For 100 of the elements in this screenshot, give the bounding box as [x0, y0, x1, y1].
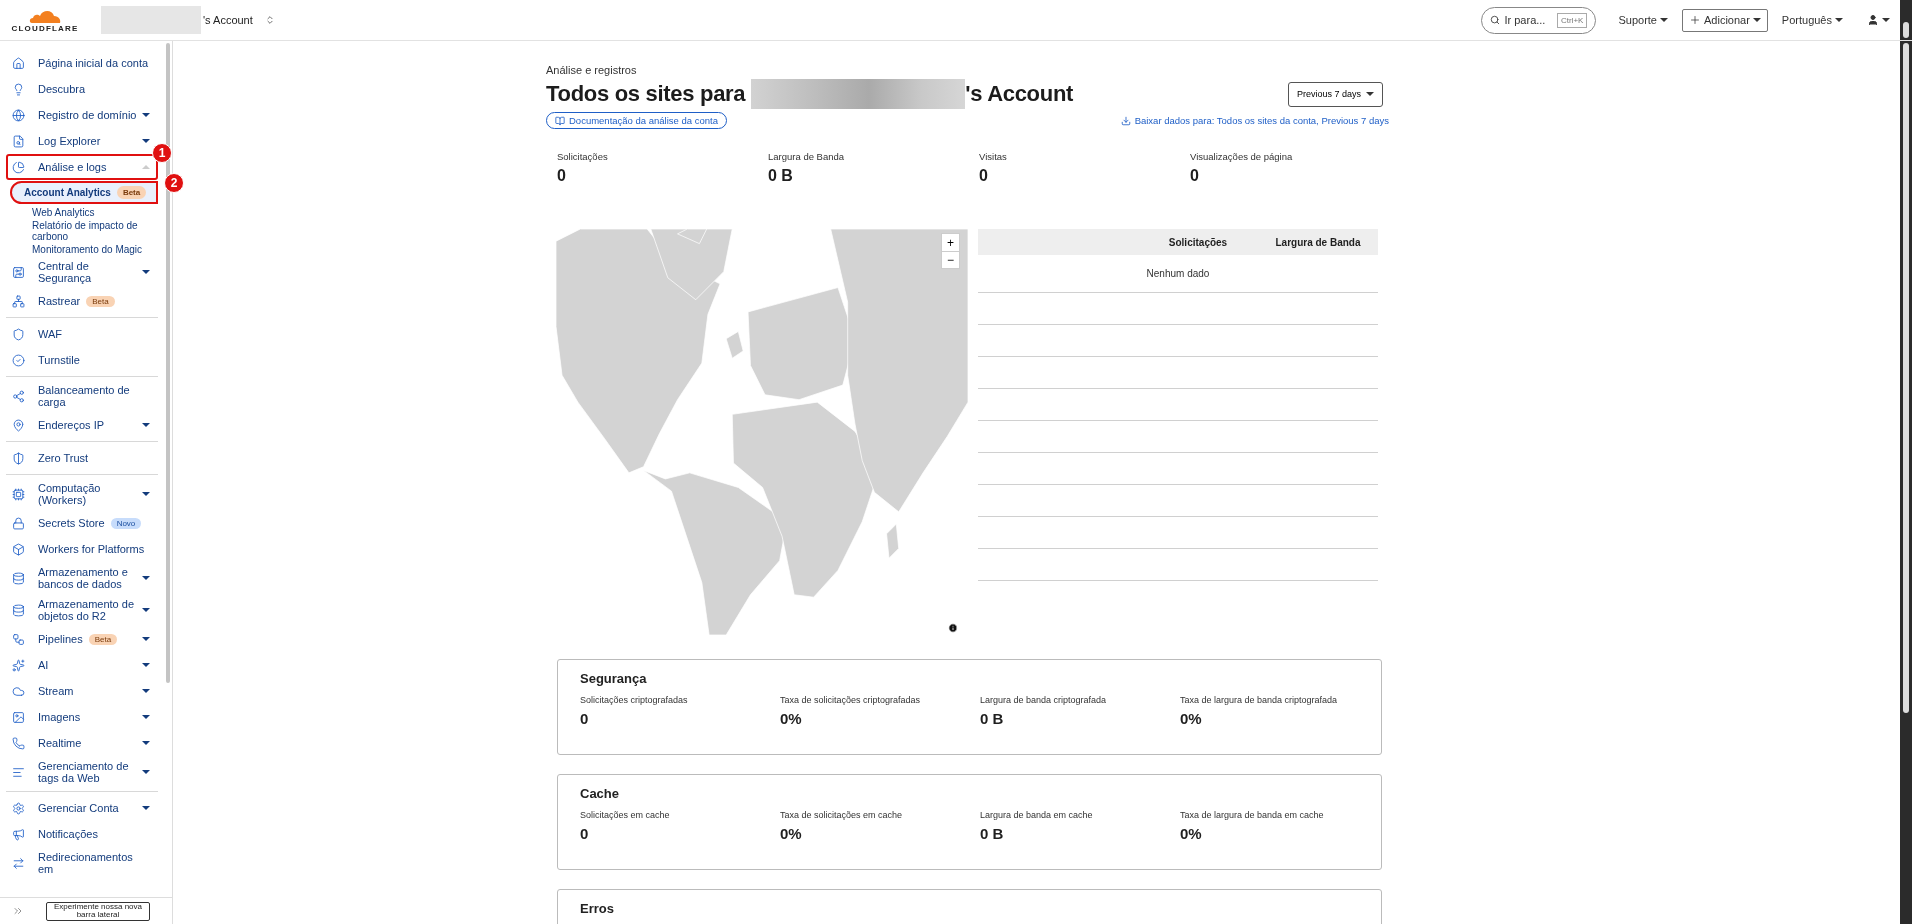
- scrollbar[interactable]: [1900, 41, 1912, 924]
- sidebar-item[interactable]: Redirecionamentos em: [6, 847, 158, 879]
- sidebar-item[interactable]: Computação (Workers): [6, 478, 158, 510]
- database-icon: [12, 571, 25, 585]
- sidebar-item[interactable]: Descubra: [6, 76, 158, 102]
- sidebar-item[interactable]: Secrets Store Novo: [6, 510, 158, 536]
- sidebar-item[interactable]: AI: [6, 652, 158, 678]
- chevrons-up-down-icon[interactable]: [264, 15, 275, 25]
- info-icon[interactable]: [948, 623, 958, 633]
- badge: Novo: [110, 517, 142, 529]
- globe-icon: [12, 108, 25, 122]
- page-title: 's Account: [965, 81, 1074, 107]
- metric-value: 0 B: [980, 825, 1005, 842]
- shield-icon: [12, 451, 25, 465]
- lightbulb-icon: [12, 82, 25, 96]
- date-range-dropdown[interactable]: Previous 7 days: [1287, 81, 1383, 107]
- sidebar-item[interactable]: Armazenamento de objetos do R2: [6, 594, 158, 626]
- metric-value: 0%: [1180, 825, 1203, 842]
- subitem-label: Web Analytics: [32, 207, 95, 218]
- add-button[interactable]: Adicionar: [1682, 8, 1768, 32]
- sidebar-item[interactable]: Armazenamento e bancos de dados: [6, 562, 158, 594]
- logo[interactable]: CLOUDFLARE: [10, 7, 80, 33]
- metric-label: Taxa de solicitações criptografadas: [780, 695, 922, 705]
- megaphone-icon: [12, 827, 25, 841]
- sidebar-subitem[interactable]: Account Analytics Beta: [10, 181, 158, 204]
- plus-icon: [1689, 14, 1701, 26]
- download-icon: [1120, 115, 1131, 126]
- search-placeholder: Ir para...: [1504, 14, 1546, 26]
- sidebar-item[interactable]: Central de Segurança: [6, 256, 158, 288]
- logo-text: CLOUDFLARE: [11, 23, 79, 33]
- sidebar-item[interactable]: Stream: [6, 678, 158, 704]
- share-icon: [12, 389, 25, 403]
- metric-label: Solicitações criptografadas: [580, 695, 689, 705]
- settings-icon: [12, 801, 25, 815]
- file-search-icon: [12, 134, 25, 148]
- book-icon: [555, 115, 565, 126]
- caret-icon: [1752, 18, 1761, 22]
- chip-icon: [12, 265, 25, 279]
- metric-label: Largura de banda em cache: [980, 810, 1094, 820]
- database-icon: [12, 603, 25, 617]
- lock-icon: [12, 516, 25, 530]
- sidebar-item[interactable]: Gerenciamento de tags da Web: [6, 756, 158, 788]
- sidebar-subitem[interactable]: Relatório de impacto de carbono: [18, 219, 158, 243]
- scrollbar[interactable]: [1900, 0, 1912, 40]
- sidebar-item[interactable]: Balanceamento de carga: [6, 380, 158, 412]
- badge: Beta: [116, 186, 147, 199]
- sparkles-icon: [12, 658, 25, 672]
- sidebar-item[interactable]: Notificações: [6, 821, 158, 847]
- stat-value: 0 B: [768, 167, 794, 185]
- sidebar-item[interactable]: Pipelines Beta: [6, 626, 158, 652]
- stat-label: Solicitações: [557, 151, 609, 162]
- box-icon: [12, 542, 25, 556]
- caret-icon: [1835, 18, 1843, 22]
- metric-label: Taxa de largura de banda em cache: [1180, 810, 1325, 820]
- page-title: Todos os sites para: [546, 81, 746, 107]
- card-title: Segurança: [580, 671, 648, 686]
- card-title: Cache: [580, 786, 621, 801]
- new-sidebar-button[interactable]: Experimente nossa nova barra lateral: [46, 901, 150, 921]
- caret-icon: [1882, 18, 1890, 22]
- sidebar-item[interactable]: Zero Trust: [6, 445, 158, 471]
- stat-value: 0: [979, 167, 989, 185]
- metric-value: 0%: [1180, 710, 1203, 727]
- docs-link[interactable]: Documentação da análise da conta: [546, 112, 727, 129]
- cloud-icon: [12, 684, 25, 698]
- expand-icon[interactable]: [12, 905, 24, 917]
- metric-value: 0 B: [980, 710, 1005, 727]
- stat-value: 0: [557, 167, 567, 185]
- sidebar-item[interactable]: Registro de domínio: [6, 102, 158, 128]
- align-left-icon: [12, 765, 25, 779]
- step-number: 2: [164, 173, 184, 193]
- caret-icon: [1366, 92, 1374, 96]
- empty-message: Nenhum dado: [1146, 268, 1210, 279]
- cpu-icon: [12, 487, 25, 501]
- sidebar-item[interactable]: Realtime: [6, 730, 158, 756]
- stat-label: Visualizações de página: [1190, 151, 1294, 162]
- sidebar-item[interactable]: WAF: [6, 321, 158, 347]
- account-name[interactable]: 's Account: [203, 14, 253, 26]
- sidebar-subitem[interactable]: Monitoramento do Magic: [18, 243, 158, 256]
- metric-value: 0: [580, 710, 590, 727]
- sidebar-item[interactable]: Endereços IP: [6, 412, 158, 438]
- sidebar-item[interactable]: Rastrear Beta: [6, 288, 158, 314]
- sidebar-item[interactable]: Gerenciar Conta: [6, 795, 158, 821]
- shortcut-key: Ctrl+K: [1557, 12, 1588, 28]
- stat-label: Visitas: [979, 151, 1008, 162]
- workflow-icon: [12, 632, 25, 646]
- map-pin-icon: [12, 418, 25, 432]
- sidebar-item[interactable]: Turnstile: [6, 347, 158, 373]
- metric-value: 0%: [780, 825, 803, 842]
- pie-chart-icon: [12, 160, 25, 174]
- download-link[interactable]: Baixar dados para: Todos os sites da conta, Previous 7 days: [1120, 115, 1389, 126]
- subitem-label: Account Analytics: [24, 187, 111, 198]
- breadcrumb: Análise e registros: [546, 63, 638, 77]
- sidebar-item[interactable]: Workers for Platforms: [6, 536, 158, 562]
- sidebar-subitem[interactable]: Web Analytics: [18, 206, 158, 219]
- card-title: Erros: [580, 901, 615, 916]
- sidebar-item[interactable]: Imagens: [6, 704, 158, 730]
- network-icon: [12, 294, 25, 308]
- shield-icon: [12, 327, 25, 341]
- sidebar-item[interactable]: Página inicial da conta: [6, 50, 158, 76]
- check-circle-icon: [12, 353, 25, 367]
